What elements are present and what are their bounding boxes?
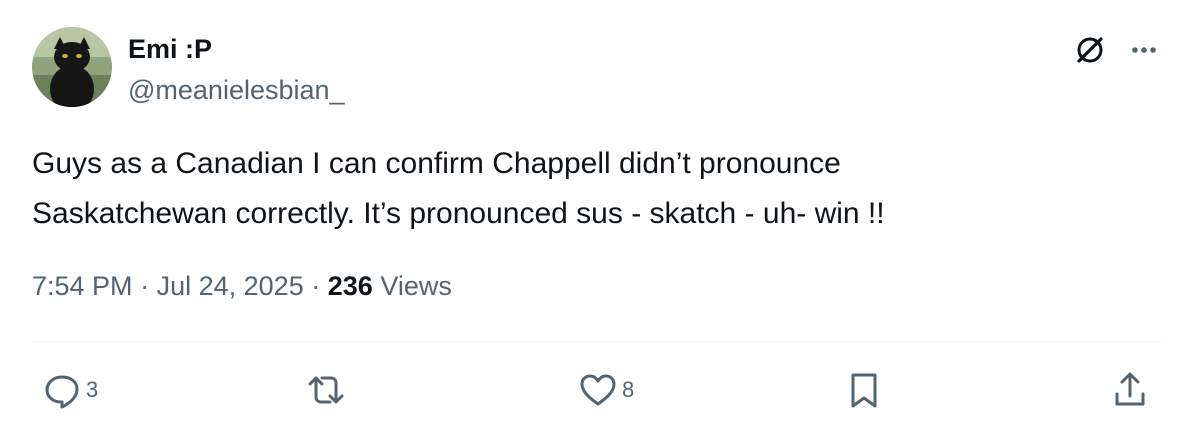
grok-icon[interactable] bbox=[1070, 30, 1110, 70]
tweet-time[interactable]: 7:54 PM bbox=[32, 271, 133, 301]
like-button[interactable]: 8 bbox=[578, 368, 634, 412]
tweet-text: Guys as a Canadian I can confirm Chappel… bbox=[32, 139, 1162, 239]
tweet-text-line: Saskatchewan correctly. It’s pronounced … bbox=[32, 197, 885, 230]
tweet-date[interactable]: Jul 24, 2025 bbox=[157, 271, 304, 301]
like-count: 8 bbox=[622, 377, 635, 402]
heart-icon bbox=[580, 374, 616, 406]
tweet-text-line: Guys as a Canadian I can confirm Chappel… bbox=[32, 147, 841, 180]
share-icon bbox=[1115, 372, 1145, 406]
divider bbox=[32, 341, 1162, 342]
reply-icon bbox=[45, 375, 79, 409]
reply-count: 3 bbox=[86, 377, 99, 402]
bookmark-button[interactable] bbox=[844, 368, 884, 412]
bookmark-icon bbox=[851, 373, 877, 408]
share-button[interactable] bbox=[1110, 368, 1150, 412]
reply-button[interactable]: 3 bbox=[42, 368, 98, 412]
avatar[interactable] bbox=[32, 27, 112, 107]
cat-avatar-icon bbox=[32, 27, 112, 107]
tweet-card: Emi :P @meanielesbian_ Guys as a Canadia… bbox=[0, 0, 1194, 434]
tweet-meta: 7:54 PM · Jul 24, 2025 · 236 Views bbox=[32, 268, 452, 304]
more-horizontal-icon[interactable] bbox=[1124, 30, 1164, 70]
display-name[interactable]: Emi :P bbox=[128, 33, 212, 65]
views-label: Views bbox=[380, 271, 452, 301]
meta-separator: · bbox=[140, 271, 150, 301]
user-handle[interactable]: @meanielesbian_ bbox=[128, 74, 345, 106]
views-count: 236 bbox=[327, 271, 373, 301]
meta-separator: · bbox=[311, 271, 321, 301]
repost-icon bbox=[308, 376, 344, 404]
repost-button[interactable] bbox=[306, 368, 346, 412]
